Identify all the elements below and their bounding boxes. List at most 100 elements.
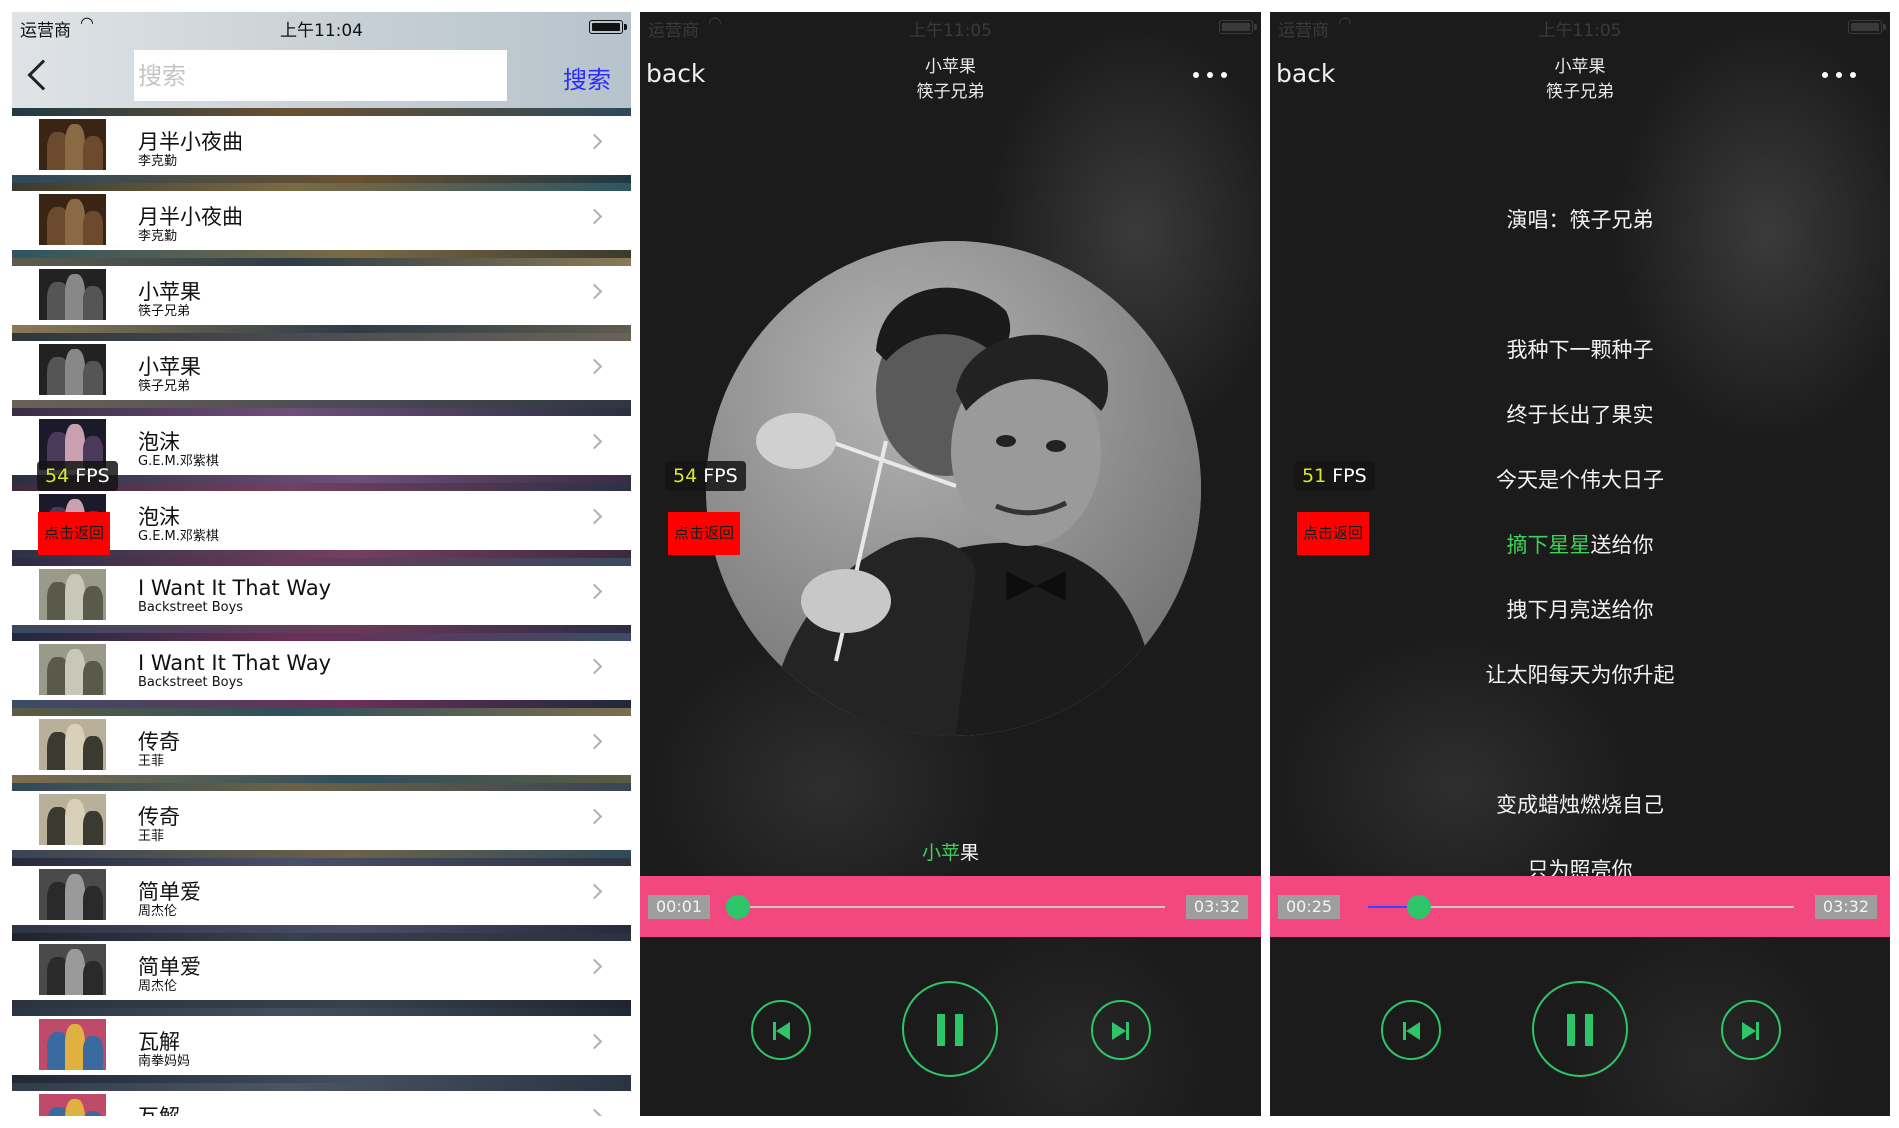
chevron-right-icon [586,133,603,150]
battery-icon [1219,20,1257,34]
row-separator [12,558,631,566]
album-thumbnail [39,569,106,620]
chevron-right-icon [586,433,603,450]
song-cell[interactable]: I Want It That Way Backstreet Boys [12,566,631,625]
song-artist: 筷子兄弟 [138,304,191,319]
song-cell[interactable]: 简单爱 周杰伦 [12,941,631,1000]
chevron-right-icon [586,958,603,975]
album-cover-disc [706,241,1201,736]
chevron-right-icon [586,808,603,825]
search-screen: 运营商 ◠ 上午11:04 搜索 月半小夜曲李克勤月半小夜曲李克勤小苹果筷子兄弟… [12,12,631,1116]
song-row[interactable]: 传奇 王菲 [12,783,631,858]
row-separator [12,1075,631,1083]
progress-slider[interactable] [1368,895,1794,919]
lyrics-screen: 运营商 ◠ 上午11:05 back 小苹果 筷子兄弟 演唱：筷子兄弟 我种下一颗… [1270,12,1890,1116]
lyric-line: 让太阳每天为你升起 [1485,663,1675,687]
tap-back-button[interactable]: 点击返回 [38,512,110,555]
next-track-icon[interactable] [1091,1000,1151,1060]
song-row[interactable]: 瓦解 南拳妈妈 [12,1008,631,1083]
song-cell[interactable]: 传奇 王菲 [12,716,631,775]
next-track-icon[interactable] [1721,1000,1781,1060]
song-row[interactable]: 瓦解 [12,1083,631,1116]
nav-bar: 运营商 ◠ 上午11:04 搜索 [12,12,631,118]
album-cover-image [706,241,1201,736]
current-lyric: 小苹果 [921,842,980,864]
status-bar: 运营商 ◠ 上午11:05 [640,12,1261,42]
row-separator [12,708,631,716]
song-row[interactable]: I Want It That Way Backstreet Boys [12,633,631,708]
song-cell[interactable]: 瓦解 南拳妈妈 [12,1016,631,1075]
song-cell[interactable]: 小苹果 筷子兄弟 [12,266,631,325]
pause-icon[interactable] [1532,981,1628,1077]
song-cell[interactable]: 小苹果 筷子兄弟 [12,341,631,400]
back-icon[interactable] [27,59,59,91]
song-row[interactable]: I Want It That Way Backstreet Boys [12,558,631,633]
row-separator [12,633,631,641]
album-thumbnail [39,944,106,995]
status-bar: 运营商 ◠ 上午11:05 [1270,12,1890,42]
album-thumbnail [39,869,106,920]
song-artist: G.E.M.邓紫棋 [138,529,219,544]
row-separator [12,1083,631,1091]
chevron-right-icon [586,208,603,225]
song-title: I Want It That Way [138,651,332,675]
song-row[interactable]: 简单爱 周杰伦 [12,933,631,1008]
progress-thumb[interactable] [1407,895,1432,919]
more-icon[interactable] [1822,72,1856,78]
row-separator [12,400,631,408]
song-row[interactable]: 传奇 王菲 [12,708,631,783]
song-cell[interactable]: I Want It That Way Backstreet Boys [12,641,631,700]
chevron-right-icon [586,733,603,750]
progress-slider[interactable] [726,895,1165,919]
search-input[interactable] [134,50,507,101]
song-row[interactable]: 月半小夜曲 李克勤 [12,108,631,183]
song-artist: 周杰伦 [138,904,178,919]
total-time: 03:32 [1185,895,1248,919]
album-thumbnail [39,119,106,170]
row-separator [12,108,631,116]
song-row[interactable]: 小苹果 筷子兄弟 [12,333,631,408]
status-time: 上午11:04 [280,21,363,41]
album-thumbnail [39,194,106,245]
row-separator [12,250,631,258]
fps-counter: 51 FPS [1294,461,1375,491]
song-row[interactable]: 小苹果 筷子兄弟 [12,258,631,333]
fps-counter: 54 FPS [37,461,118,491]
song-artist: 南拳妈妈 [138,1054,191,1069]
song-cell[interactable]: 月半小夜曲 李克勤 [12,191,631,250]
song-artist: 筷子兄弟 [916,82,985,102]
song-cell[interactable]: 月半小夜曲 李克勤 [12,116,631,175]
chevron-right-icon [586,283,603,300]
chevron-right-icon [586,1033,603,1050]
lyric-line: 演唱：筷子兄弟 [1506,208,1654,232]
more-icon[interactable] [1193,72,1227,78]
chevron-right-icon [586,508,603,525]
search-button[interactable]: 搜索 [563,60,611,95]
progress-thumb[interactable] [726,895,750,919]
song-cell[interactable]: 瓦解 [12,1091,631,1116]
pause-icon[interactable] [902,981,998,1077]
battery-icon [1848,20,1886,34]
previous-track-icon[interactable] [751,1000,811,1060]
song-title: I Want It That Way [138,576,332,600]
chevron-right-icon [586,358,603,375]
song-artist: 周杰伦 [138,979,178,994]
tap-back-button[interactable]: 点击返回 [1297,512,1369,555]
previous-track-icon[interactable] [1381,1000,1441,1060]
row-separator [12,775,631,783]
chevron-right-icon [586,1108,603,1116]
status-time: 上午11:05 [1538,21,1622,41]
song-row[interactable]: 简单爱 周杰伦 [12,858,631,933]
song-cell[interactable]: 简单爱 周杰伦 [12,866,631,925]
status-bar: 运营商 ◠ 上午11:04 [12,12,631,42]
elapsed-time: 00:25 [1278,895,1341,919]
song-cell[interactable]: 传奇 王菲 [12,791,631,850]
song-title: 瓦解 [138,1101,180,1116]
chevron-right-icon [586,883,603,900]
progress-bar: 00:01 03:32 [640,876,1261,937]
song-list[interactable]: 月半小夜曲 李克勤 月半小夜曲 李克勤 小苹果 筷子兄弟 小苹果 筷子兄弟 泡沫 G.E.M.邓紫… [12,108,631,1116]
song-row[interactable]: 月半小夜曲 李克勤 [12,183,631,258]
row-separator [12,700,631,708]
album-thumbnail [39,269,106,320]
tap-back-button[interactable]: 点击返回 [668,512,740,555]
